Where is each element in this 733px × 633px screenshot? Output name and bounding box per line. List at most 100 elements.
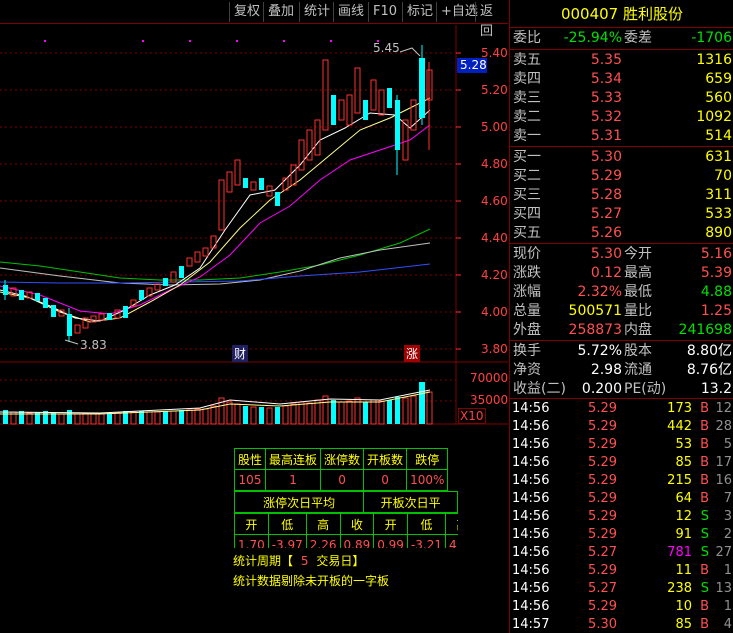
stats-period-label: 统计周期【 (233, 554, 294, 568)
tick-price: 5.30 (588, 617, 617, 632)
fundamental-label: 股本 (624, 343, 652, 359)
stats-cell: 0 (363, 469, 408, 491)
stats-cell: 2.26 (305, 534, 341, 548)
bid-volume: 890 (705, 225, 732, 241)
quote-value: 5.39 (700, 265, 732, 281)
order-ratio-label: 委比 (513, 30, 541, 46)
tick-time: 14:56 (512, 527, 550, 542)
order-ratio-value: -25.94% (563, 30, 622, 46)
tick-time: 14:56 (512, 437, 550, 452)
bid-price: 5.28 (590, 187, 622, 203)
quote-label: 涨幅 (513, 284, 541, 300)
fundamental-label: 收益(二) (513, 381, 566, 397)
tick-row: 14:57 5.30 85 B 4 (510, 616, 733, 633)
ask-volume: 659 (705, 71, 732, 87)
tick-volume: 10 (675, 599, 692, 614)
stats-sub-header: 收 (339, 513, 375, 535)
f10-button[interactable]: F10 (368, 2, 401, 22)
volume-axis-label: 70000 (470, 371, 509, 385)
tick-volume: 12 (675, 509, 692, 524)
tick-count: 4 (723, 617, 732, 632)
fundamental-value: 0.200 (581, 381, 622, 397)
quote-label: 最高 (624, 265, 652, 281)
current-price-tag: 5.28 (457, 58, 487, 73)
ask-level-row: 卖三 5.33 560 (510, 89, 733, 108)
bid-level-label: 买五 (513, 225, 541, 241)
limit-stats-table: 股性 最高连板 涨停数 开板数 跌停 105 1 0 0 100% 涨停次日平均… (234, 448, 458, 548)
finance-event-marker[interactable]: 财 (232, 345, 249, 362)
bid-level-label: 买二 (513, 168, 541, 184)
tick-count: 16 (715, 473, 732, 488)
tick-price: 5.29 (588, 401, 617, 416)
tick-row: 14:56 5.27 781 S 27 (510, 544, 733, 562)
stock-name: 胜利股份 (623, 5, 684, 23)
bid-price: 5.29 (590, 168, 622, 184)
tick-price: 5.29 (588, 473, 617, 488)
overlay-button[interactable]: 叠加 (263, 2, 298, 22)
low-price-marker: 3.83 (80, 338, 107, 352)
ask-price: 5.32 (590, 109, 622, 125)
fundamental-value: 8.76亿 (686, 362, 732, 378)
stats-cell: -3.97 (267, 534, 307, 548)
volume-axis-label: 35000 (470, 393, 509, 407)
tick-price: 5.29 (588, 563, 617, 578)
stats-header: 跌停 (406, 448, 449, 470)
bid-price: 5.30 (590, 149, 622, 165)
tick-side: B (700, 437, 709, 452)
tick-price: 5.29 (588, 491, 617, 506)
candlestick-chart[interactable]: 5.40 5.20 5.00 4.80 4.60 4.40 4.20 4.00 … (0, 25, 508, 425)
high-price-marker: 5.45 (373, 41, 400, 55)
tick-count: 7 (723, 491, 732, 506)
limit-up-event-marker[interactable]: 涨 (404, 345, 421, 362)
ask-level-label: 卖五 (513, 52, 541, 68)
order-diff-value: -1706 (691, 30, 732, 46)
fundamental-row: 净资 2.98 流通 8.76亿 (510, 361, 733, 380)
ask-volume: 1316 (696, 52, 732, 68)
tick-side: B (700, 599, 709, 614)
quote-row: 现价 5.30 今开 5.16 (510, 245, 733, 264)
statistics-button[interactable]: 统计 (299, 2, 334, 22)
ask-volume: 1092 (696, 109, 732, 125)
price-axis-label: 4.00 (481, 305, 508, 319)
draw-line-button[interactable]: 画线 (333, 2, 368, 22)
fundamental-label: PE(动) (624, 381, 667, 397)
ask-price: 5.34 (590, 71, 622, 87)
ask-level-label: 卖一 (513, 128, 541, 144)
bid-level-label: 买三 (513, 187, 541, 203)
tick-count: 28 (715, 419, 732, 434)
mark-button[interactable]: 标记 (402, 2, 437, 22)
quote-row: 外盘 258873 内盘 241698 (510, 321, 733, 340)
fundamental-value: 5.72% (577, 343, 622, 359)
tick-price: 5.29 (588, 599, 617, 614)
tick-side: S (700, 545, 709, 560)
tick-count: 13 (715, 581, 732, 596)
quote-value: 241698 (678, 322, 732, 338)
quote-label: 内盘 (624, 322, 652, 338)
quote-label: 今开 (624, 246, 652, 262)
price-axis-label: 4.60 (481, 194, 508, 208)
tick-volume: 64 (675, 491, 692, 506)
stats-cell: 105 (234, 469, 267, 491)
fundamental-value: 2.98 (590, 362, 622, 378)
tick-time: 14:56 (512, 545, 550, 560)
bid-volume: 70 (714, 168, 732, 184)
tick-row: 14:56 5.29 53 B 5 (510, 436, 733, 454)
back-button[interactable]: 返回 (475, 2, 508, 39)
stats-header: 股性 (234, 448, 267, 470)
fundamental-label: 净资 (513, 362, 541, 378)
tick-volume: 238 (667, 581, 692, 596)
tick-row: 14:56 5.29 11 B 1 (510, 562, 733, 580)
fundamental-value: 13.2 (700, 381, 732, 397)
chart-toolbar: 复权 叠加 统计 画线 F10 标记 +自选 返回 (0, 0, 508, 39)
ask-price: 5.33 (590, 90, 622, 106)
fundamental-row: 收益(二) 0.200 PE(动) 13.2 (510, 380, 733, 399)
tick-volume: 85 (675, 455, 692, 470)
tick-side: S (700, 527, 709, 542)
tick-side: B (700, 491, 709, 506)
tick-price: 5.29 (588, 437, 617, 452)
volume-unit-label: X10 (458, 408, 486, 424)
fuquan-button[interactable]: 复权 (229, 2, 264, 22)
stats-header: 最高连板 (265, 448, 322, 470)
stats-group-label: 涨停次日平均 (234, 491, 365, 513)
fundamental-row: 换手 5.72% 股本 8.80亿 (510, 342, 733, 361)
